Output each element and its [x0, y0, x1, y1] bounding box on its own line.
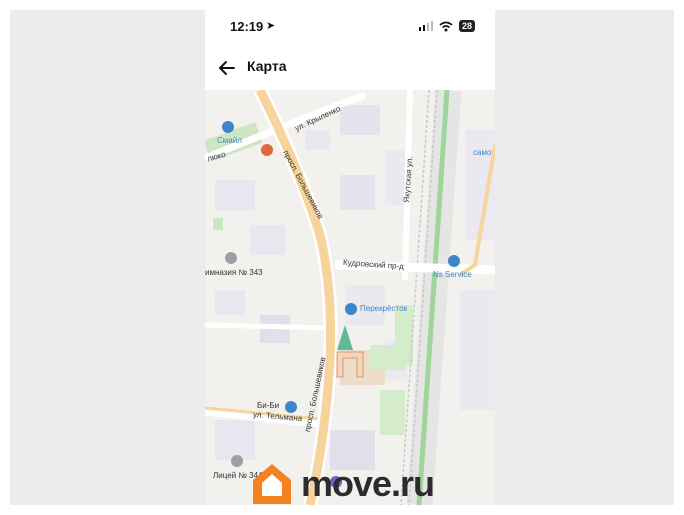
map-canvas	[205, 90, 495, 505]
location-marker-triangle	[337, 325, 353, 350]
status-bar: 12:19 ➤ 28	[205, 10, 495, 46]
building-block	[215, 290, 245, 315]
poi-gymnasium-icon[interactable]	[225, 252, 237, 264]
poi-label-fragment: само	[473, 148, 492, 157]
status-time: 12:19	[230, 19, 264, 34]
green-area	[213, 218, 223, 230]
poi-label-bi-bi: Би-Би	[257, 401, 280, 410]
poi-label-gymnasium: имназия № 343	[205, 268, 263, 277]
arrow-left-icon[interactable]	[215, 56, 239, 80]
watermark-text: move.ru	[301, 463, 435, 504]
building-block	[215, 420, 255, 460]
cellular-signal-icon	[418, 21, 433, 31]
wifi-icon	[439, 21, 453, 31]
building-block	[250, 225, 285, 255]
battery-indicator: 28	[458, 20, 475, 32]
poi-smail-icon[interactable]	[222, 121, 234, 133]
building-block	[460, 290, 495, 410]
page-title: Карта	[247, 58, 287, 74]
poi-perekrestok-icon[interactable]	[345, 303, 357, 315]
move-ru-logo-icon	[253, 464, 291, 504]
poi-label-perekrestok: Перекрёсток	[360, 304, 408, 313]
watermark: move.ru	[251, 462, 435, 505]
poi-lyceum-icon[interactable]	[231, 455, 243, 467]
building-block	[215, 180, 255, 210]
green-area	[380, 390, 405, 435]
road-side	[205, 322, 331, 331]
building-block	[340, 175, 375, 210]
poi-label-smail: Смайл	[217, 136, 242, 145]
building-block	[340, 105, 380, 135]
map-view[interactable]: ул. Крыленко просп. Большевиков Якутская…	[205, 90, 495, 505]
poi-label-ns-service: Ns Service	[433, 270, 472, 279]
green-area	[395, 305, 413, 365]
phone-screen: 12:19 ➤ 28 Карта ул. Крыленко просп. Бол…	[205, 10, 495, 505]
poi-restaurant-icon[interactable]	[261, 144, 273, 156]
status-icons: 28	[418, 20, 475, 32]
poi-ns-service-icon[interactable]	[448, 255, 460, 267]
poi-bi-bi-icon[interactable]	[285, 401, 297, 413]
location-arrow-icon: ➤	[266, 20, 276, 32]
building-block	[305, 130, 330, 150]
nav-bar: Карта	[205, 48, 495, 88]
